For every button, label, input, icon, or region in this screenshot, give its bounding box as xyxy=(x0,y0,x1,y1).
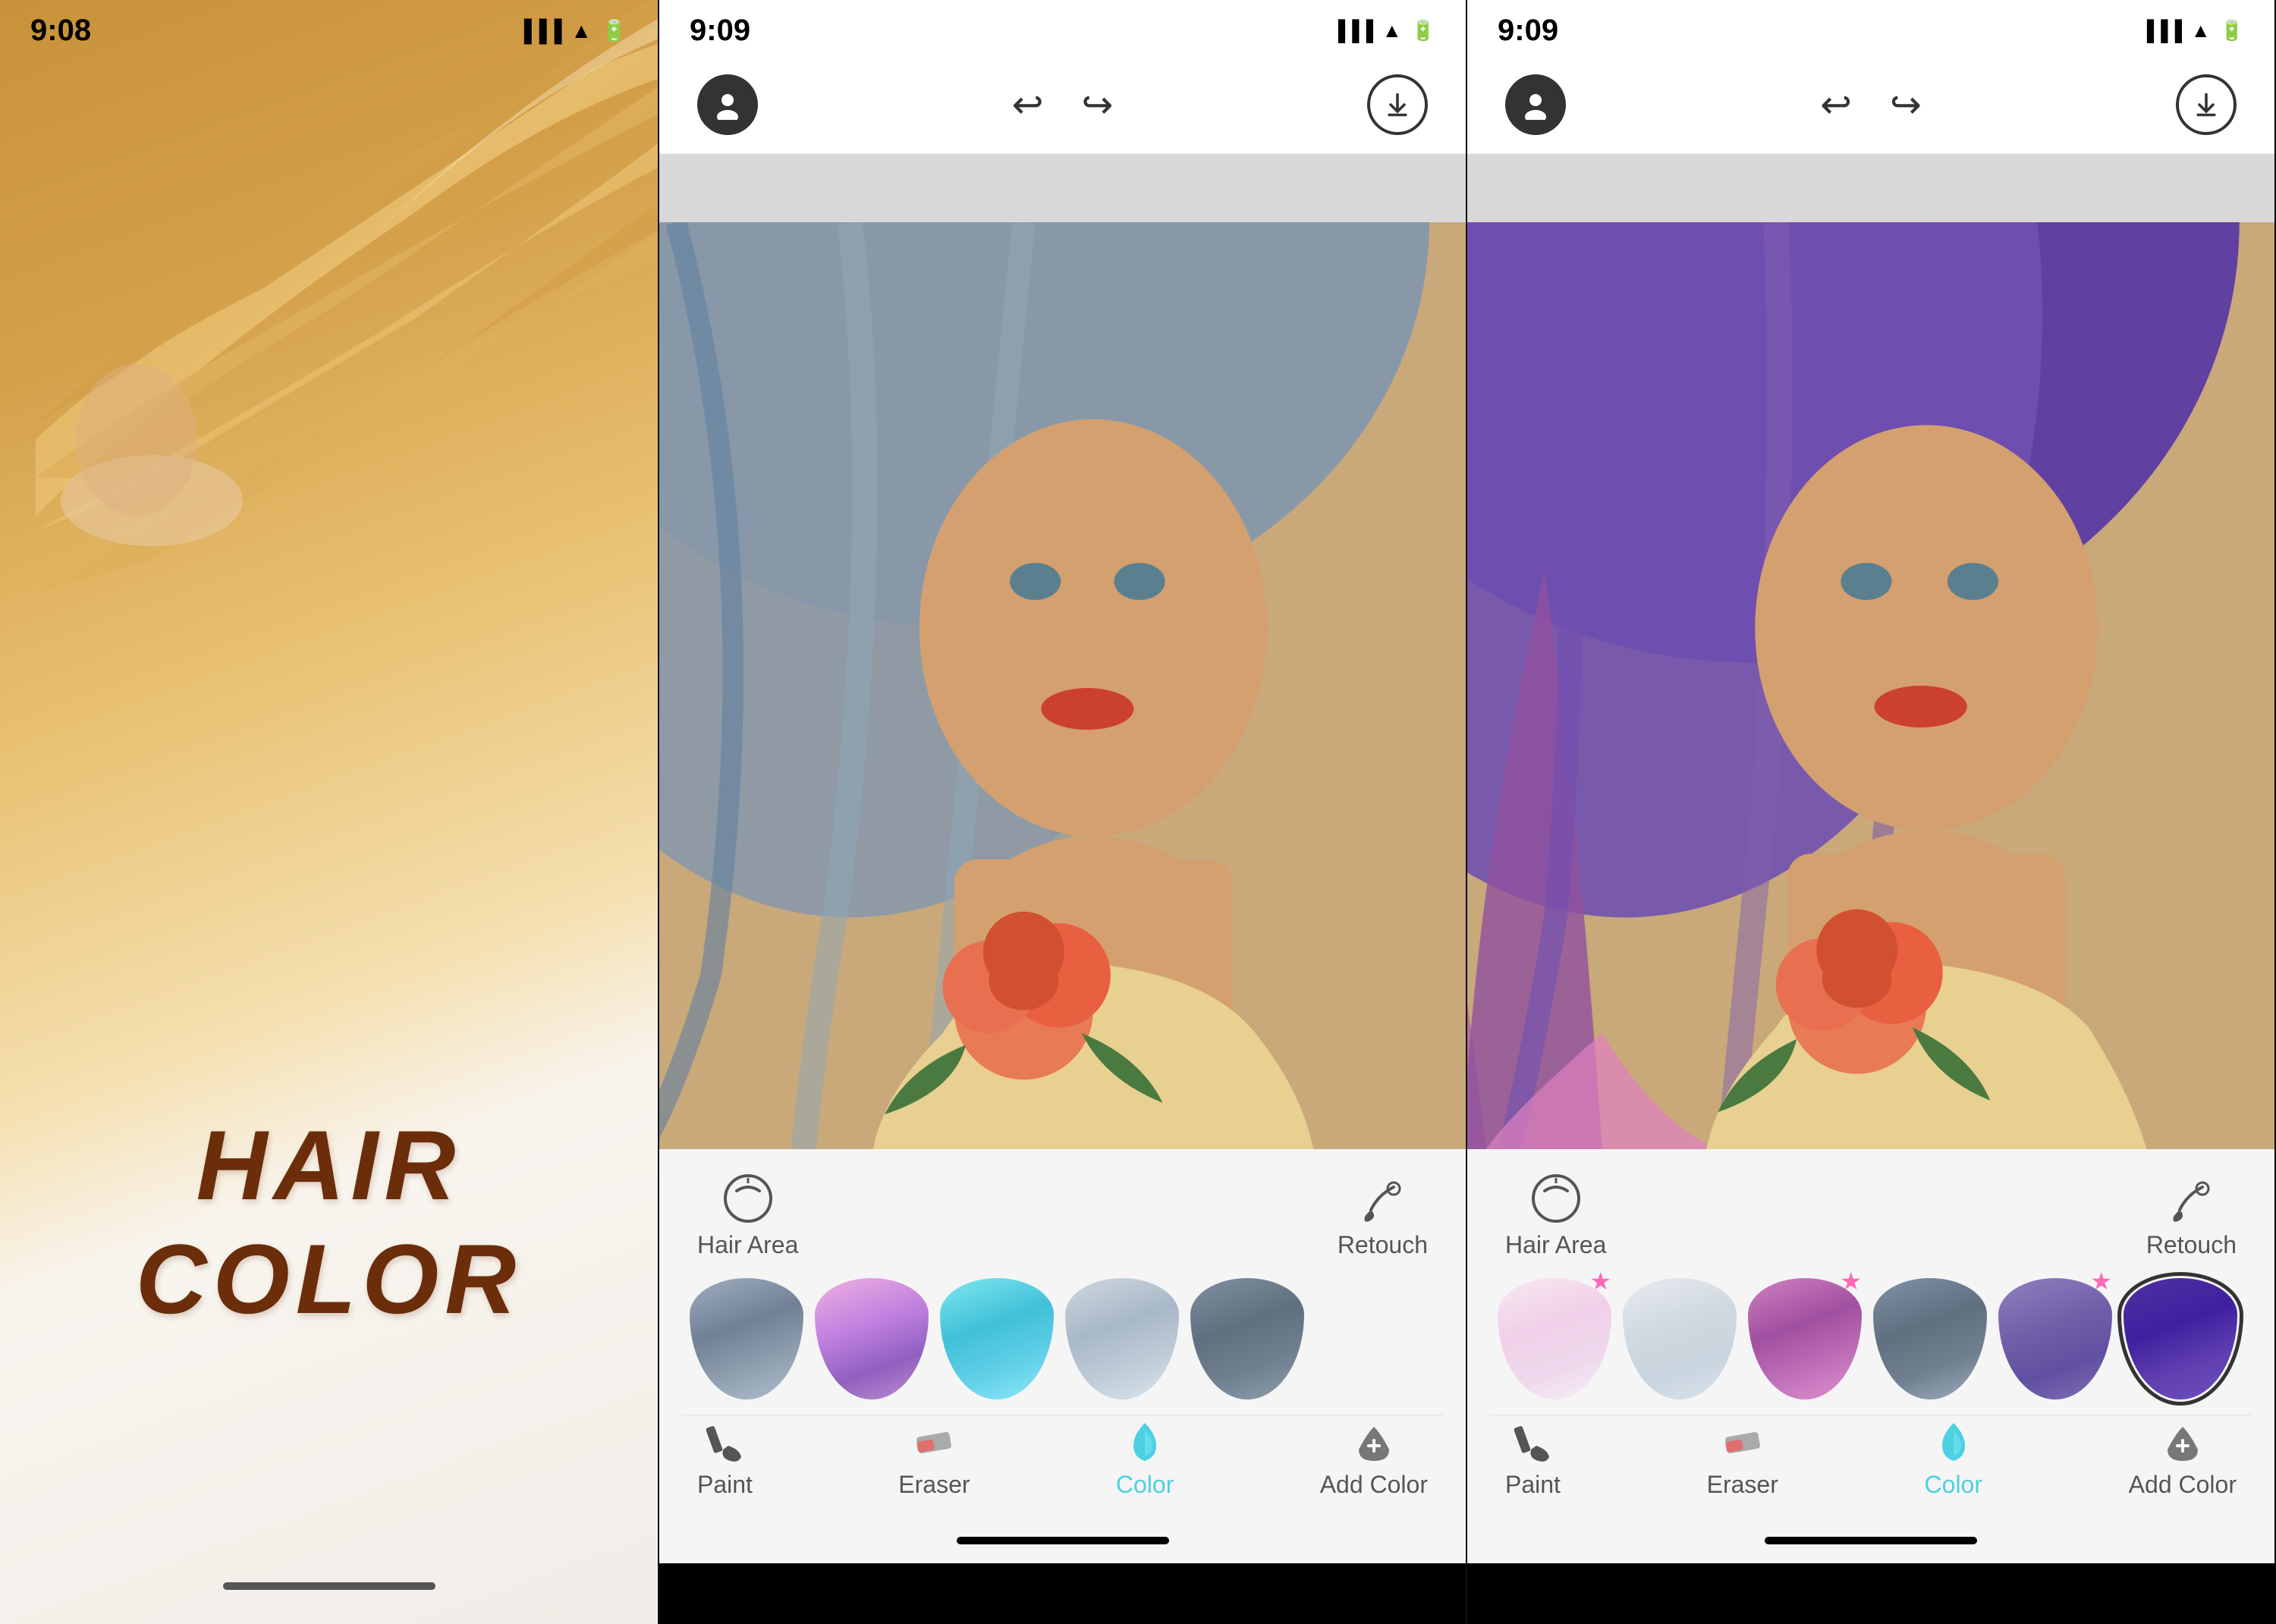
person-silhouette xyxy=(15,288,281,554)
home-indicator-3 xyxy=(1467,1518,2274,1563)
home-indicator-1 xyxy=(0,1563,658,1609)
swatch-2-3[interactable] xyxy=(940,1278,1054,1399)
gray-spacer-3 xyxy=(1467,154,2274,222)
signal-icon-3: ▐▐▐ xyxy=(2140,19,2182,42)
wifi-icon-3: ▲ xyxy=(2191,19,2211,42)
battery-icon-1: 🔋 xyxy=(601,18,627,43)
add-color-tool-2[interactable]: Add Color xyxy=(1320,1419,1428,1499)
swatch-3-4[interactable] xyxy=(1873,1278,1987,1399)
panel-splash: 9:08 ▐▐▐ ▲ 🔋 xyxy=(0,0,658,1624)
add-color-label-3: Add Color xyxy=(2129,1471,2237,1499)
swatch-3-5[interactable]: ★ xyxy=(1998,1278,2112,1399)
status-time-1: 9:08 xyxy=(30,14,91,48)
redo-button-2[interactable]: ↪ xyxy=(1082,83,1114,127)
app-toolbar-2: ↩ ↪ xyxy=(659,55,1466,154)
swatch-3-1[interactable]: ★ xyxy=(1498,1278,1611,1399)
bottom-controls-3: Hair Area Retouch ★ ★ xyxy=(1467,1149,2274,1518)
retouch-label-3: Retouch xyxy=(2146,1231,2237,1259)
status-icons-3: ▐▐▐ ▲ 🔋 xyxy=(2140,19,2244,42)
add-color-tool-3[interactable]: Add Color xyxy=(2129,1419,2237,1499)
eraser-label-2: Eraser xyxy=(898,1471,970,1499)
swatch-3-3[interactable]: ★ xyxy=(1748,1278,1862,1399)
wifi-icon-1: ▲ xyxy=(571,19,592,43)
battery-icon-2: 🔋 xyxy=(1411,19,1435,42)
app-toolbar-3: ↩ ↪ xyxy=(1467,55,2274,154)
home-indicator-2 xyxy=(659,1518,1466,1563)
home-bar-2 xyxy=(957,1537,1169,1544)
swatch-3-2[interactable] xyxy=(1623,1278,1737,1399)
wifi-icon-2: ▲ xyxy=(1382,19,1402,42)
profile-icon-2[interactable] xyxy=(697,74,758,135)
status-bar-2: 9:09 ▐▐▐ ▲ 🔋 xyxy=(659,0,1466,55)
tool-bar-3: Paint Eraser Color xyxy=(1490,1415,2252,1510)
swatch-2-2[interactable] xyxy=(815,1278,929,1399)
color-tool-2[interactable]: Color xyxy=(1116,1419,1174,1499)
profile-icon-3[interactable] xyxy=(1505,74,1566,135)
swatch-star-3-3: ★ xyxy=(1840,1271,1862,1296)
photo-purple-hair xyxy=(1467,222,2274,1149)
toolbar-actions-2: ↩ ↪ xyxy=(1012,83,1114,127)
paint-tool-3[interactable]: Paint xyxy=(1505,1419,1561,1499)
swatch-2-5[interactable] xyxy=(1190,1278,1304,1399)
swatch-star-3-5: ★ xyxy=(2090,1271,2112,1296)
hair-area-tool-2[interactable]: Hair Area xyxy=(697,1172,798,1259)
app-title-container: HAIR COLOR xyxy=(46,1108,612,1336)
signal-icon-2: ▐▐▐ xyxy=(1331,19,1373,42)
redo-button-3[interactable]: ↪ xyxy=(1890,83,1922,127)
retouch-tool-2[interactable]: Retouch xyxy=(1338,1172,1428,1259)
swatch-2-4[interactable] xyxy=(1065,1278,1179,1399)
status-time-3: 9:09 xyxy=(1498,14,1558,48)
download-button-2[interactable] xyxy=(1367,74,1428,135)
gray-spacer-2 xyxy=(659,154,1466,222)
hair-tools-row-2: Hair Area Retouch xyxy=(682,1164,1443,1271)
download-button-3[interactable] xyxy=(2176,74,2237,135)
color-label-2: Color xyxy=(1116,1471,1174,1499)
panel-blue-hair: 9:09 ▐▐▐ ▲ 🔋 ↩ ↪ xyxy=(658,0,1467,1624)
paint-label-2: Paint xyxy=(697,1471,753,1499)
retouch-label-2: Retouch xyxy=(1338,1231,1428,1259)
eraser-tool-3[interactable]: Eraser xyxy=(1707,1419,1778,1499)
hair-tools-row-3: Hair Area Retouch xyxy=(1490,1164,2252,1271)
hair-area-label-3: Hair Area xyxy=(1505,1231,1606,1259)
panel-purple-hair: 9:09 ▐▐▐ ▲ 🔋 ↩ ↪ xyxy=(1467,0,2274,1624)
hair-area-tool-3[interactable]: Hair Area xyxy=(1505,1172,1606,1259)
color-tool-3[interactable]: Color xyxy=(1925,1419,1982,1499)
eraser-label-3: Eraser xyxy=(1707,1471,1778,1499)
swatch-2-1[interactable] xyxy=(690,1278,803,1399)
battery-icon-3: 🔋 xyxy=(2220,19,2244,42)
undo-button-2[interactable]: ↩ xyxy=(1012,83,1044,127)
home-bar-3 xyxy=(1765,1537,1977,1544)
tool-bar-2: Paint Eraser Color xyxy=(682,1415,1443,1510)
add-color-label-2: Add Color xyxy=(1320,1471,1428,1499)
color-label-3: Color xyxy=(1925,1471,1982,1499)
swatch-3-6[interactable] xyxy=(2124,1278,2237,1399)
eraser-tool-2[interactable]: Eraser xyxy=(898,1419,970,1499)
hair-area-label-2: Hair Area xyxy=(697,1231,798,1259)
status-time-2: 9:09 xyxy=(690,14,750,48)
retouch-tool-3[interactable]: Retouch xyxy=(2146,1172,2237,1259)
status-bar-3: 9:09 ▐▐▐ ▲ 🔋 xyxy=(1467,0,2274,55)
photo-blue-hair xyxy=(659,222,1466,1149)
swatch-star-3-1: ★ xyxy=(1589,1271,1611,1296)
swatches-row-3: ★ ★ ★ xyxy=(1490,1271,2252,1415)
paint-tool-2[interactable]: Paint xyxy=(697,1419,753,1499)
status-icons-1: ▐▐▐ ▲ 🔋 xyxy=(517,18,627,43)
paint-label-3: Paint xyxy=(1505,1471,1561,1499)
status-icons-2: ▐▐▐ ▲ 🔋 xyxy=(1331,19,1435,42)
signal-icon-1: ▐▐▐ xyxy=(517,19,562,43)
app-title: HAIR COLOR xyxy=(46,1108,612,1336)
undo-button-3[interactable]: ↩ xyxy=(1820,83,1852,127)
home-bar-1 xyxy=(223,1582,435,1590)
swatches-row-2 xyxy=(682,1271,1443,1415)
toolbar-actions-3: ↩ ↪ xyxy=(1820,83,1922,127)
bottom-controls-2: Hair Area Retouch xyxy=(659,1149,1466,1518)
